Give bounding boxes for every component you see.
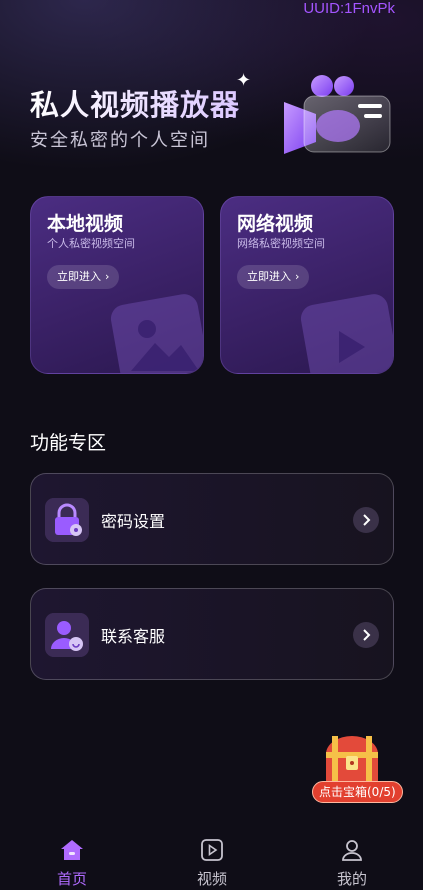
tab-home[interactable]: 首页 [32, 832, 112, 890]
local-video-card[interactable]: 本地视频 个人私密视频空间 立即进入 › [30, 196, 204, 374]
enter-button-label: 立即进入 [57, 270, 101, 283]
chevron-right-icon: › [105, 270, 110, 283]
enter-button-label: 立即进入 [247, 270, 291, 283]
image-icon [110, 294, 203, 373]
uuid-label: UUID:1FnvPk [303, 0, 395, 17]
enter-network-button[interactable]: 立即进入 › [237, 265, 310, 289]
network-video-card[interactable]: 网络视频 网络私密视频空间 立即进入 › [220, 196, 394, 374]
user-icon [342, 840, 362, 861]
enter-local-button[interactable]: 立即进入 › [47, 265, 120, 289]
treasure-chest-icon[interactable] [318, 732, 386, 788]
lock-icon [45, 498, 89, 542]
bottom-tab-bar: 首页 视频 我的 [0, 832, 423, 890]
contact-support-row[interactable]: 联系客服 [30, 588, 394, 680]
section-title: 功能专区 [30, 432, 107, 454]
row-label: 联系客服 [101, 627, 166, 646]
play-icon [201, 839, 223, 861]
app-subtitle: 安全私密的个人空间 [30, 130, 210, 151]
card-title: 本地视频 [47, 213, 124, 235]
home-icon [61, 840, 83, 860]
video-camera-icon [284, 75, 391, 154]
tab-video[interactable]: 视频 [172, 832, 252, 890]
chevron-right-icon[interactable] [353, 622, 379, 648]
card-subtitle: 个人私密视频空间 [47, 237, 135, 250]
sparkle-icon: ✦ [236, 70, 252, 91]
chevron-right-icon: › [295, 270, 300, 283]
tab-label: 视频 [196, 870, 227, 888]
support-agent-icon [45, 613, 89, 657]
tab-mine[interactable]: 我的 [312, 832, 392, 890]
tab-label: 我的 [336, 870, 367, 888]
row-label: 密码设置 [101, 512, 166, 531]
card-title: 网络视频 [237, 213, 314, 235]
card-subtitle: 网络私密视频空间 [237, 237, 325, 250]
treasure-badge[interactable]: 点击宝箱(0/5) [312, 781, 403, 803]
play-video-icon [300, 294, 393, 373]
password-settings-row[interactable]: 密码设置 [30, 473, 394, 565]
chevron-right-icon[interactable] [353, 507, 379, 533]
tab-label: 首页 [56, 870, 87, 888]
app-title: 私人视频播放器 [30, 82, 240, 124]
